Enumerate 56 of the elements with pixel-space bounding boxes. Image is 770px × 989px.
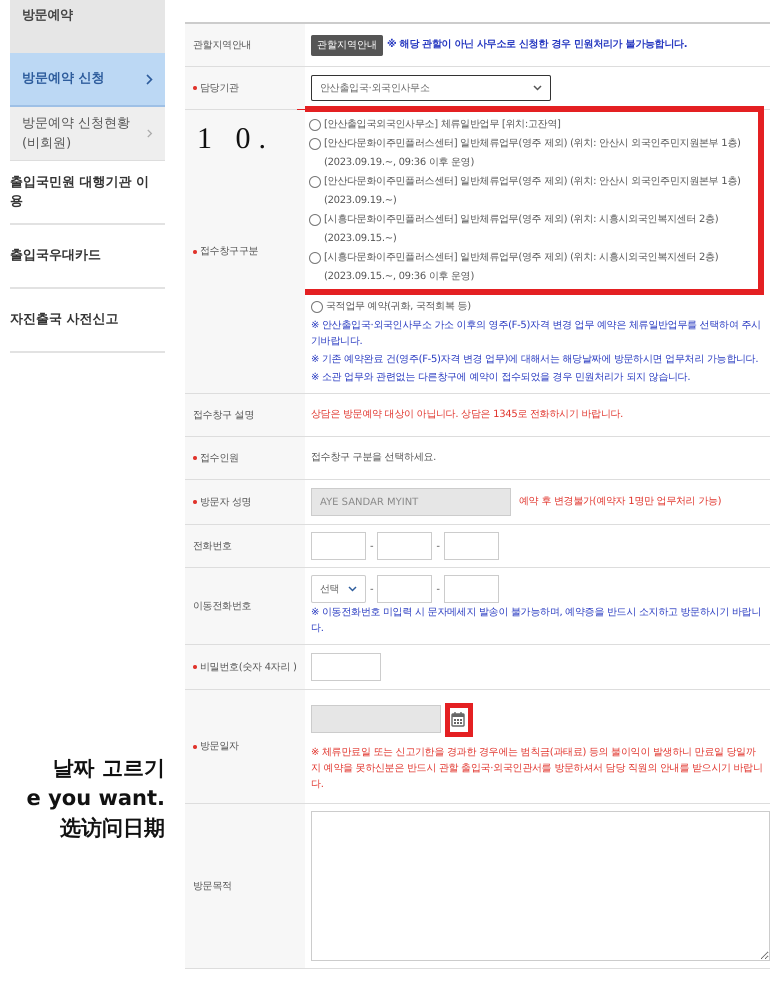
option-label: [시흥다문화이주민플러스센터] 일반체류업무(영주 제외) (위치: 시흥시외국인복지센터 2층) (2023.09.15.~, 09:36 이후 운영) [324, 251, 718, 284]
note-text: ※ 해당 관할이 아닌 사무소로 신청한 경우 민원처리가 불가능합니다. [387, 38, 688, 52]
radio-button[interactable] [309, 138, 321, 150]
separator-text: - [436, 540, 440, 554]
caption-text: e you want. [26, 785, 165, 812]
text-area[interactable] [311, 811, 770, 961]
option-label: [시흥다문화이주민플러스센터] 일반체류업무(영주 제외) (위치: 시흥시외국인복지센터 2층) (2023.09.15.~) [324, 213, 718, 246]
sidebar-item[interactable]: 방문예약 신청현황(비회원) [10, 107, 165, 161]
field-label: 이동전화번호 [193, 600, 252, 614]
input-field[interactable] [311, 532, 366, 560]
caret-icon [533, 85, 542, 91]
field-label: 접수창구구분 [200, 245, 258, 259]
separator-text: - [436, 582, 440, 596]
input-field[interactable] [377, 575, 432, 603]
note-text: 상담은 방문예약 대상이 아닙니다. 상담은 1345로 전화하시기 바랍니다. [311, 408, 624, 422]
option-label: [안산다문화이주민플러스센터] 일반체류업무(영주 제외) (위치: 안산시 외국인주민지원본부 1층) (2023.09.19.~) [324, 175, 741, 208]
step-number: 1 0. [197, 121, 274, 157]
note-text: ※ 이동전화번호 미입력 시 문자메세지 발송이 불가능하며, 예약증을 반드시 소지하고 방문하시기 바랍니다. [311, 606, 762, 636]
separator-text: - [370, 540, 374, 554]
field-label: 방문자 성명 [200, 496, 252, 510]
carrier-select[interactable]: 선택 [311, 575, 366, 603]
input-field[interactable] [377, 532, 432, 560]
radio-button[interactable] [311, 301, 323, 313]
sidebar-item[interactable]: 방문예약 신청 [10, 53, 165, 107]
note-text: ※ 소관 업무와 관련없는 다른창구에 예약이 접수되었을 경우 민원처리가 되지 않습니다. [311, 371, 692, 385]
field-label: 비밀번호(숫자 4자리 ) [200, 660, 297, 674]
caption-text: 选访问日期 [59, 815, 165, 842]
input-field[interactable] [444, 532, 499, 560]
note-text: 예약 후 변경불가(예약자 1명만 업무처리 가능) [519, 495, 722, 509]
option-label: [안산다문화이주민플러스센터] 일반체류업무(영주 제외) (위치: 안산시 외국인주민지원본부 1층) (2023.09.19.~, 09:36 이후 운영) [324, 137, 741, 170]
option-label: 국적업무 예약(귀화, 국적회복 등) [326, 300, 471, 314]
note-text: ※ 기존 예약완료 건(영주(F-5)자격 변경 업무)에 대해서는 해당날짜에 방문하시면 업무처리 가능합니다. [311, 353, 760, 367]
radio-button[interactable] [309, 119, 321, 131]
option-label: [안산출입국외국인사무소] 체류일반업무 [위치:고잔역] [324, 118, 561, 132]
region-guide-button[interactable]: 관할지역안내 [311, 34, 383, 56]
radio-button[interactable] [309, 176, 321, 188]
field-label: 방문목적 [193, 880, 232, 894]
caption-text: 날짜 고르기 [52, 755, 165, 782]
note-text: ※ 안산출입국·외국인사무소 가소 이후의 영주(F-5)자격 변경 업무 예약은 체류일반업무를 선택하여 주시기바랍니다. [311, 319, 762, 349]
input-field[interactable] [444, 575, 499, 603]
field-label: 접수창구 설명 [193, 408, 254, 422]
caret-icon [348, 586, 357, 592]
field-label: 방문일자 [200, 740, 239, 754]
radio-button[interactable] [309, 252, 321, 264]
separator-text: - [370, 582, 374, 596]
field-label: 접수인원 [200, 452, 239, 466]
field-label: 관할지역안내 [193, 38, 252, 52]
note-text: ※ 체류만료일 또는 신고기한을 경과한 경우에는 범칙금(과태료) 등의 불이익이 발생하니 만료일 당일까지 예약을 못하신분은 반드시 관할 출입국·외국인관서를 방문하셔서 담당 직원의 안내를 받으시기 바랍니다. [311, 746, 764, 792]
sidebar-title: 방문예약 [10, 0, 165, 53]
note-text: 접수창구 구분을 선택하세요. [311, 451, 438, 465]
calendar-icon[interactable] [451, 711, 465, 727]
input-field[interactable] [311, 653, 381, 681]
field-label: 전화번호 [193, 540, 232, 554]
office-select[interactable]: 안산출입국·외국인사무소 [311, 75, 551, 101]
field-label: 담당기관 [200, 82, 239, 96]
radio-button[interactable] [309, 214, 321, 226]
